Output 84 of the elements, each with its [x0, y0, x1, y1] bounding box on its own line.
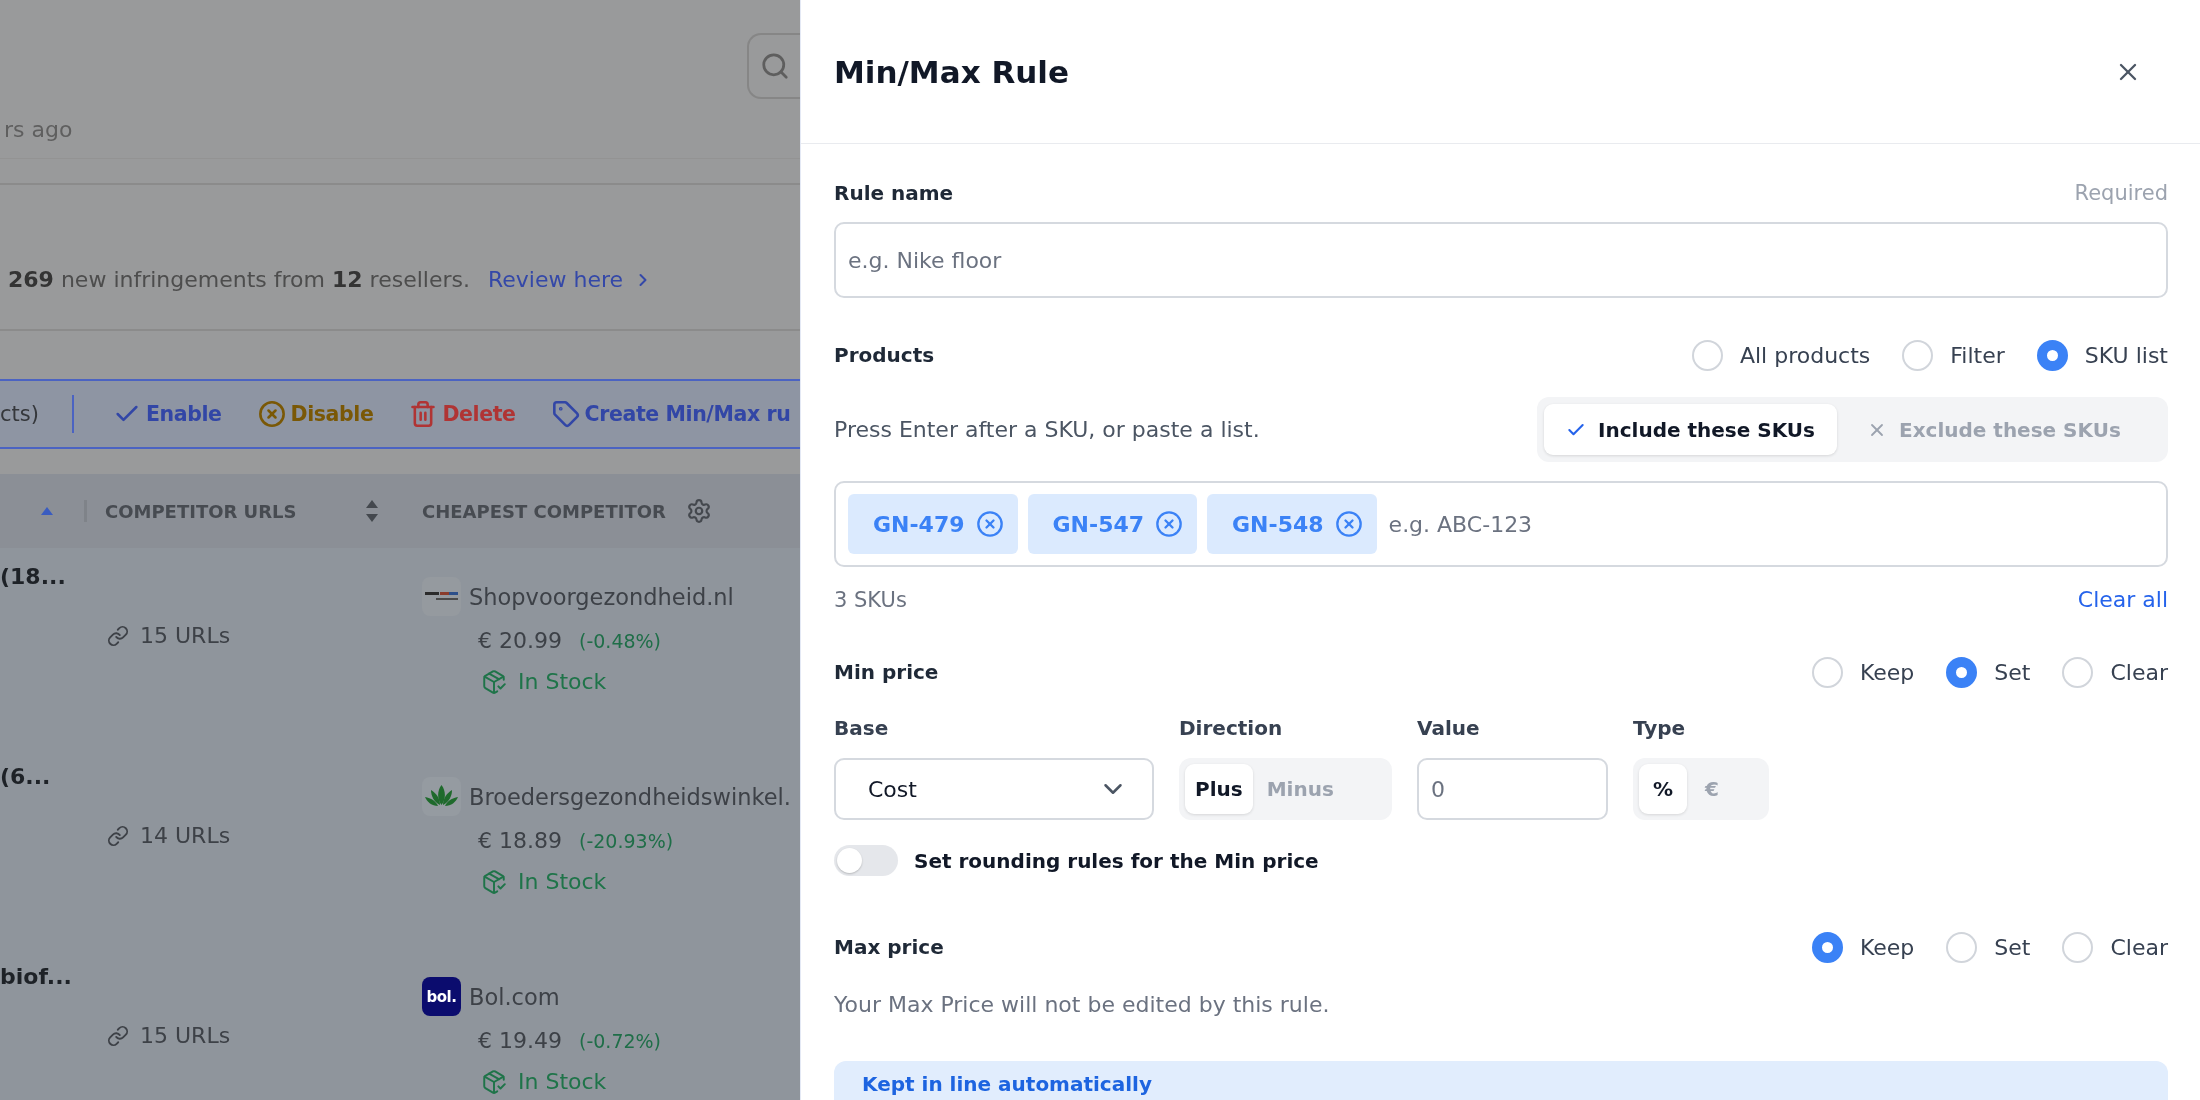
radio-selected-icon[interactable]: [1946, 656, 1978, 688]
competitor-price: € 18.89: [478, 828, 562, 854]
field-label: Direction: [1179, 716, 1283, 740]
clear-all-link[interactable]: Clear all: [2077, 587, 2168, 612]
field-label: Max price: [834, 935, 944, 959]
radio-selected-icon[interactable]: [2036, 339, 2068, 371]
link-icon: [107, 825, 129, 847]
segment-tab[interactable]: %: [1639, 764, 1688, 814]
field-label: Value: [1417, 716, 1480, 740]
package-check-icon: [481, 1069, 507, 1095]
search-icon: [760, 51, 790, 81]
remove-icon[interactable]: [1334, 510, 1363, 538]
column-header: COMPETITOR URLS: [105, 500, 297, 522]
sku-tag: GN-547: [1027, 494, 1198, 554]
selection-count: cts): [0, 402, 39, 426]
competitor-name: Bol.com: [469, 982, 560, 1011]
trash-icon: [409, 400, 438, 428]
stock-status: In Stock: [518, 669, 607, 695]
segment-tab[interactable]: Plus: [1185, 764, 1253, 814]
column-header: CHEAPEST COMPETITOR: [422, 500, 666, 522]
price-difference: (-0.48%): [579, 630, 662, 652]
product-name: (18...: [0, 564, 66, 590]
updated-time: rs ago: [3, 117, 73, 143]
field-label: Products: [834, 343, 935, 367]
remove-icon[interactable]: [1155, 510, 1184, 538]
remove-icon[interactable]: [975, 510, 1004, 538]
radio-option[interactable]: All products: [1691, 339, 1871, 371]
radio-icon[interactable]: [1902, 339, 1934, 371]
sku-tag: GN-479: [848, 494, 1018, 554]
radio-icon[interactable]: [1691, 339, 1723, 371]
required-hint: Required: [2074, 181, 2168, 205]
tag-icon: [551, 400, 580, 428]
rule-name-field[interactable]: e.g. Nike floor: [834, 222, 2168, 298]
sku-input[interactable]: e.g. ABC-123: [1386, 511, 2154, 537]
radio-option[interactable]: Set: [1946, 656, 2031, 688]
radio-icon[interactable]: [1946, 931, 1978, 963]
toggle-switch[interactable]: [834, 845, 898, 876]
radio-icon[interactable]: [2062, 931, 2094, 963]
field-label: Min price: [834, 660, 939, 684]
settings-icon[interactable]: [685, 498, 712, 524]
price-difference: (-0.72%): [579, 1030, 662, 1052]
product-name: biof...: [0, 964, 72, 990]
link-icon: [107, 625, 129, 647]
base-dropdown[interactable]: Cost: [834, 758, 1154, 820]
sku-tag: GN-548: [1207, 494, 1377, 554]
radio-option[interactable]: Keep: [1811, 656, 1915, 688]
link-icon: [107, 1025, 129, 1047]
field-label: Type: [1633, 716, 1686, 740]
field-label: Rule name: [834, 181, 954, 205]
field-label: Base: [834, 716, 889, 740]
sku-count: 3 SKUs: [834, 587, 907, 612]
radio-option[interactable]: Clear: [2062, 656, 2168, 688]
striped-logo-icon: [422, 577, 461, 616]
radio-option[interactable]: SKU list: [2036, 339, 2168, 371]
drawer-title: Min/Max Rule: [834, 53, 1069, 90]
package-check-icon: [481, 869, 507, 895]
stock-status: In Stock: [518, 1069, 607, 1095]
radio-option[interactable]: Clear: [2062, 931, 2168, 963]
competitor-name: Shopvoorgezondheid.nl: [469, 582, 734, 611]
competitor-price: € 19.49: [478, 1028, 562, 1054]
toggle-label: Set rounding rules for the Min price: [914, 848, 1319, 873]
price-difference: (-20.93%): [579, 830, 674, 852]
segment-tab[interactable]: Include these SKUs: [1544, 404, 1837, 455]
radio-option[interactable]: Filter: [1902, 339, 2005, 371]
package-check-icon: [481, 669, 507, 695]
max-price-note: Your Max Price will not be edited by this rule.: [834, 992, 1330, 1017]
sort-icon[interactable]: [366, 500, 378, 522]
stock-status: In Stock: [518, 869, 607, 895]
help-text: Press Enter after a SKU, or paste a list.: [834, 417, 1260, 442]
info-title: Kept in line automatically: [862, 1072, 1152, 1096]
radio-option[interactable]: Set: [1946, 931, 2031, 963]
infringement-message: 269 new infringements from 12 resellers.: [8, 266, 470, 294]
competitor-price: € 20.99: [478, 628, 562, 654]
radio-option[interactable]: Keep: [1811, 931, 1915, 963]
sort-up-icon[interactable]: [41, 507, 53, 515]
radio-selected-icon[interactable]: [1811, 931, 1843, 963]
radio-icon[interactable]: [2062, 656, 2094, 688]
value-field[interactable]: 0: [1417, 758, 1608, 820]
leaf-logo-icon: [422, 777, 461, 816]
product-name: (6...: [0, 764, 51, 790]
circle-x-icon: [257, 400, 286, 428]
competitor-name: Broedersgezondheidswinkel.: [469, 782, 791, 811]
logo-tile: bol.: [422, 977, 461, 1016]
radio-icon[interactable]: [1811, 656, 1843, 688]
